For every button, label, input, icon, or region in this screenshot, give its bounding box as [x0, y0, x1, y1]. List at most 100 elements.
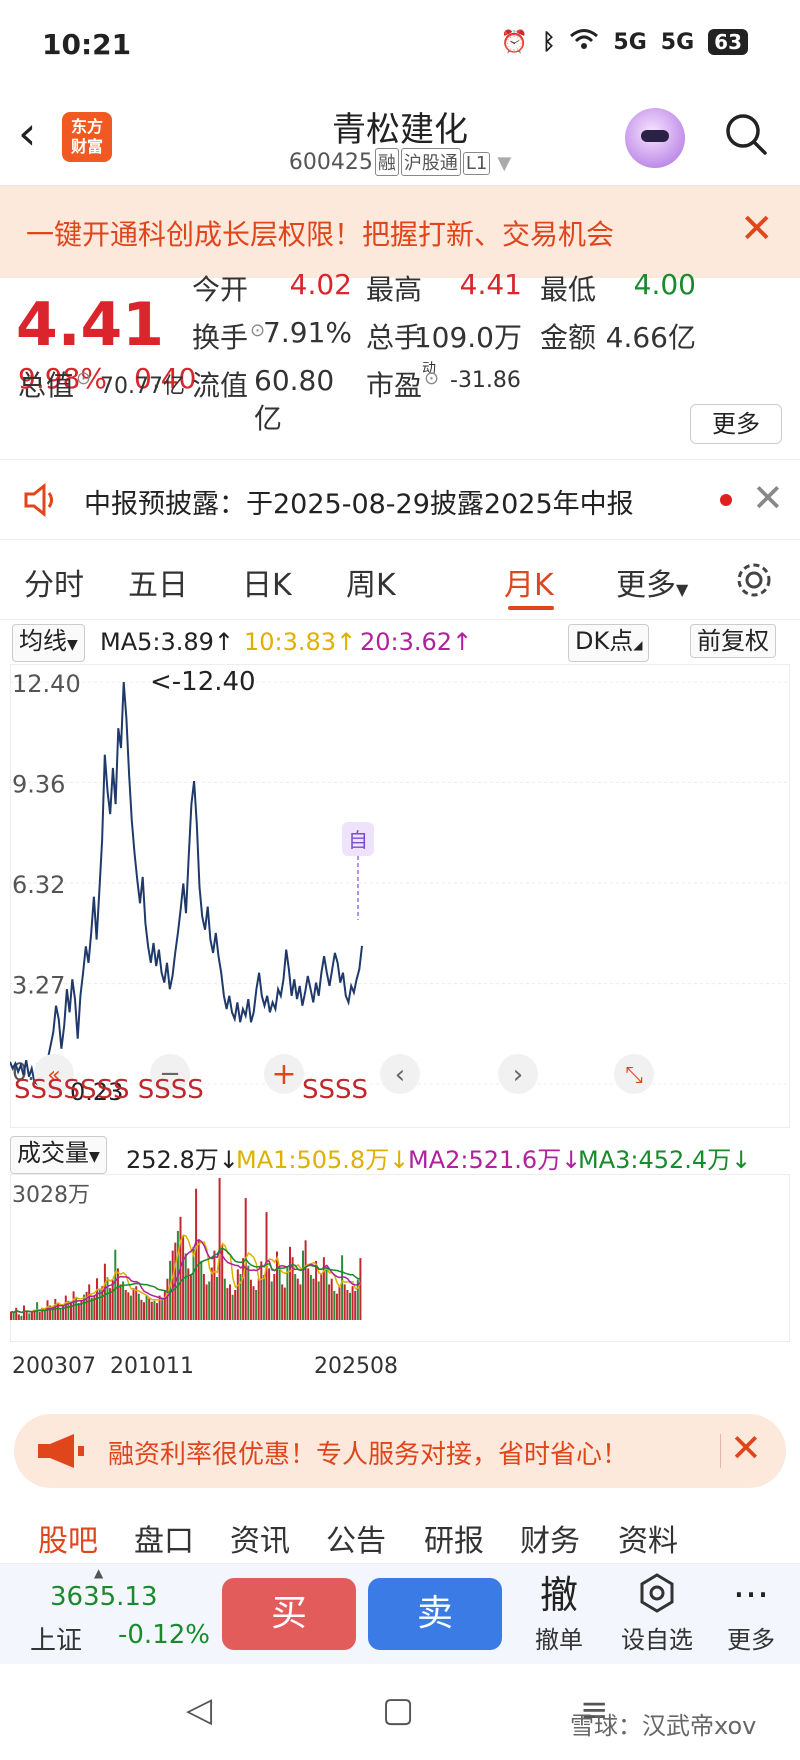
volume-bar-mark — [10, 1311, 12, 1320]
tab-more[interactable]: 更多▼ — [616, 560, 688, 604]
search-icon[interactable] — [724, 112, 768, 156]
low-label: 最低 — [540, 273, 597, 306]
high-value: 4.41 — [459, 268, 522, 301]
adjust-button[interactable]: 前复权 — [690, 624, 776, 658]
ma20-value: 20:3.62↑ — [360, 628, 473, 656]
volume-bar-mark — [330, 1278, 333, 1320]
assistant-robot-icon[interactable] — [625, 108, 685, 168]
indicator-select[interactable]: 均线▼ — [12, 624, 85, 662]
stock-code: 600425 — [288, 150, 373, 175]
price-chart[interactable]: 12.409.366.323.270.23 <-12.40 0.23 自 « −… — [10, 664, 790, 1128]
volume-bar-mark — [200, 1260, 203, 1320]
dk-point-button[interactable]: DK点◢ — [568, 624, 650, 662]
volume-bar-mark — [23, 1305, 25, 1320]
more-actions-button[interactable]: ··· 更多 — [706, 1572, 796, 1655]
volume-chart[interactable]: 3028万 — [10, 1174, 790, 1342]
volume-bar-mark — [127, 1292, 130, 1320]
volume-bar-mark — [150, 1301, 153, 1320]
close-icon[interactable]: ✕ — [740, 206, 774, 252]
volume-bar-mark — [124, 1290, 127, 1320]
promo-banner[interactable]: 一键开通科创成长层权限！把握打新、交易机会 ✕ — [0, 186, 800, 278]
volume-bar-mark — [229, 1284, 231, 1320]
volume-bar-mark — [320, 1274, 323, 1320]
notice-text[interactable]: 中报预披露：于2025-08-29披露2025年中报 — [84, 482, 634, 521]
add-watchlist-label: 设自选 — [621, 1626, 693, 1654]
system-nav-bar: ◁ ▢ ≡ 雪球：汉武帝xov — [0, 1664, 800, 1760]
volume-bar-mark — [257, 1278, 260, 1320]
margin-ad-banner[interactable]: 融资利率很优惠！专人服务对接，省时省心！ ✕ — [14, 1414, 786, 1488]
volume-bar-mark — [59, 1308, 62, 1320]
max-price-marker: <-12.40 — [150, 667, 256, 697]
volume-bar-mark — [255, 1290, 258, 1320]
volume-bar-mark — [28, 1313, 31, 1320]
buy-button[interactable]: 买 — [222, 1578, 356, 1650]
tab-weekly-k[interactable]: 周K — [346, 560, 396, 604]
volume-bar-mark — [296, 1278, 299, 1320]
amount-item: 金额 4.66亿 — [540, 316, 696, 356]
info-icon[interactable]: ⊙ — [424, 368, 439, 389]
notice-bar[interactable]: 中报预披露：于2025-08-29披露2025年中报 ✕ — [0, 460, 800, 540]
tab-monthly-k[interactable]: 月K — [504, 560, 554, 604]
volume-bar-mark — [106, 1277, 109, 1320]
tab-financials[interactable]: 财务 — [520, 1516, 580, 1560]
close-icon[interactable]: ✕ — [730, 1426, 762, 1470]
tab-announcements[interactable]: 公告 — [326, 1516, 386, 1560]
volume-bar-mark — [341, 1255, 344, 1320]
nav-back-icon[interactable]: ◁ — [186, 1690, 212, 1730]
last-price: 4.41 — [16, 290, 165, 360]
index-value[interactable]: 3635.13 — [50, 1582, 158, 1612]
level-tag: L1 — [462, 152, 491, 175]
tab-five-day[interactable]: 五日 — [128, 560, 188, 604]
index-name[interactable]: 上证 — [30, 1620, 82, 1657]
volume-bar-mark — [192, 1246, 195, 1320]
volume-bar-mark — [234, 1290, 237, 1320]
volume-bar-mark — [312, 1278, 315, 1320]
sell-button[interactable]: 卖 — [368, 1578, 502, 1650]
volume-bar-mark — [249, 1279, 252, 1320]
tab-forum[interactable]: 股吧 — [38, 1516, 98, 1560]
volume-bar-mark — [25, 1310, 28, 1320]
chevron-left-icon: ‹ — [395, 1060, 405, 1090]
volume-ma2: MA2:521.6万↓ — [408, 1146, 582, 1174]
more-button[interactable]: 更多 — [690, 404, 782, 444]
tab-news[interactable]: 资讯 — [230, 1516, 290, 1560]
volume-item: 总手 109.0万 — [366, 316, 522, 356]
margin-ad-text[interactable]: 融资利率很优惠！专人服务对接，省时省心！ — [108, 1434, 628, 1471]
tab-daily-k[interactable]: 日K — [242, 560, 292, 604]
promo-text[interactable]: 一键开通科创成长层权限！把握打新、交易机会 — [26, 213, 614, 253]
close-icon[interactable]: ✕ — [752, 476, 784, 520]
amount-value: 4.66亿 — [605, 321, 696, 354]
volume-bar-mark — [273, 1274, 276, 1320]
add-watchlist-button[interactable]: 设自选 — [612, 1572, 702, 1655]
pe-label: 市盈 — [366, 369, 423, 402]
volume-bar-mark — [213, 1250, 216, 1320]
volume-bar-mark — [335, 1293, 338, 1320]
volume-bar-mark — [247, 1265, 250, 1320]
volume-bar-mark — [205, 1284, 208, 1320]
turnover-label: 换手 — [192, 321, 249, 354]
tab-research[interactable]: 研报 — [424, 1516, 484, 1560]
volume-bar-mark — [195, 1188, 198, 1320]
open-value: 4.02 — [289, 268, 352, 301]
volume-bar-mark — [38, 1312, 41, 1320]
gear-icon[interactable] — [734, 560, 774, 600]
volume-bar-mark — [346, 1290, 349, 1320]
cancel-order-button[interactable]: 撤 撤单 — [514, 1572, 604, 1655]
tab-intraday[interactable]: 分时 — [24, 560, 84, 604]
volume-bar-mark — [210, 1267, 213, 1320]
volume-indicator-select[interactable]: 成交量▼ — [10, 1136, 107, 1174]
nav-home-icon[interactable]: ▢ — [382, 1690, 414, 1730]
index-change[interactable]: -0.12% — [118, 1620, 210, 1650]
self-marker[interactable]: 自 — [348, 828, 368, 852]
divider — [720, 1434, 721, 1468]
volume-bar-mark — [161, 1297, 164, 1320]
caret-down-icon: ▼ — [67, 637, 78, 653]
volume-bar-mark — [148, 1298, 151, 1320]
tab-profile[interactable]: 资料 — [618, 1516, 678, 1560]
volume-bar-mark — [278, 1269, 281, 1320]
volume-bar-mark — [20, 1315, 23, 1320]
more-actions-label: 更多 — [727, 1626, 775, 1654]
info-icon[interactable]: ⊙ — [76, 368, 91, 389]
tab-orderbook[interactable]: 盘口 — [134, 1516, 194, 1560]
volume-ytick: 3028万 — [12, 1183, 90, 1208]
